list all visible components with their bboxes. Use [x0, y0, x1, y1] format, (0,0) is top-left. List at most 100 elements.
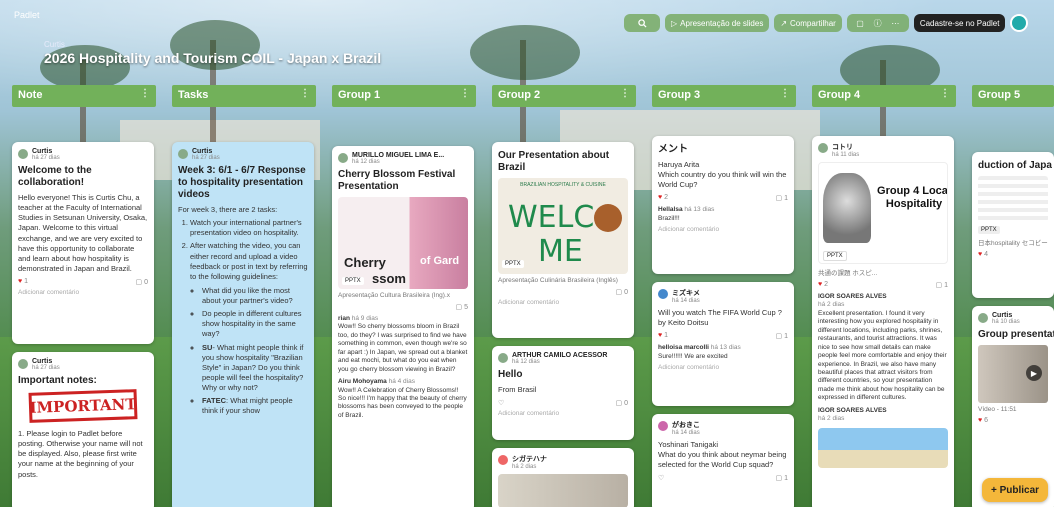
comment-count[interactable]: ▢ 1 [776, 194, 788, 202]
timestamp: há 27 dias [32, 365, 60, 371]
like-icon[interactable]: ♡ [498, 399, 504, 407]
post-footer: ♥ 2 ▢ 1 [658, 194, 788, 202]
presentation-thumbnail[interactable]: BRAZILIAN HOSPITALITY & CUISINE WELC ME … [498, 178, 628, 274]
like-icon[interactable]: ♡ [658, 474, 664, 482]
column-header-group-1[interactable]: Group 1 ⋮ [332, 85, 476, 107]
add-comment-input[interactable]: Adicionar comentário [658, 226, 788, 233]
post-card[interactable]: ミズキメ há 14 dias Will you watch The FIFA W… [652, 282, 794, 406]
post-card[interactable]: duction of Japa PPTX 日本hospitality セコビー … [972, 152, 1054, 298]
more-icon[interactable]: ⋮ [940, 88, 950, 99]
column-title: Tasks [178, 89, 209, 101]
user-avatar[interactable] [1010, 14, 1029, 32]
post-card[interactable]: シガテハナ há 2 dias [492, 448, 634, 507]
column-header-group-4[interactable]: Group 4 ⋮ [812, 85, 956, 107]
like-button[interactable]: ♥ 4 [978, 251, 988, 258]
post-card[interactable]: Curtis há 27 dias Important notes: IMPORT… [12, 352, 154, 507]
more-icon[interactable]: ⋮ [780, 88, 790, 99]
post-footer: ♥ 1 ▢ 0 [18, 278, 148, 286]
add-comment-input[interactable]: Adicionar comentário [18, 289, 148, 296]
author-name: がおきこ [672, 422, 700, 429]
like-button[interactable]: ♥ 2 [818, 281, 828, 289]
post-card[interactable]: Curtis há 10 dias Group presentat ▶ Vídeo… [972, 306, 1054, 507]
post-card[interactable]: がおきこ há 14 dias Yoshinari Tanigaki What d… [652, 414, 794, 507]
post-card[interactable]: コトリ há 11 dias Group 4 Local Hospitality … [812, 136, 954, 507]
attachment-caption[interactable]: 共通の課題 ホスピ... [818, 267, 948, 277]
info-icon[interactable]: ⓘ [874, 18, 882, 29]
comment: rian há 9 dias Wow!! So cherry blossoms b… [338, 315, 468, 374]
add-comment-input[interactable]: Adicionar comentário [498, 410, 628, 417]
comment-count[interactable]: ▢ 0 [616, 288, 628, 296]
avatar [498, 455, 508, 465]
post-card[interactable]: ARTHUR CAMILO ACESSOR há 12 dias Hello Fr… [492, 346, 634, 440]
share-button[interactable]: ↗ Compartilhar [774, 14, 842, 32]
post-card[interactable]: MURILLO MIGUEL LIMA E... há 12 dias Cherr… [332, 146, 474, 507]
post-meta: Curtis há 27 dias [178, 148, 308, 161]
like-button[interactable]: ♥ 2 [658, 194, 668, 202]
file-type-badge: PPTX [502, 260, 524, 268]
column-header-tasks[interactable]: Tasks ⋮ [172, 85, 316, 107]
slideshow-button[interactable]: ▷ Apresentação de slides [665, 14, 770, 32]
column-header-group-2[interactable]: Group 2 ⋮ [492, 85, 636, 107]
like-button[interactable]: ♥ 6 [978, 417, 988, 424]
like-count: 2 [664, 194, 669, 202]
app-logo[interactable]: Padlet [14, 10, 40, 20]
post-meta: Curtis há 27 dias [18, 358, 148, 371]
comment-count[interactable]: ▢ 5 [456, 303, 468, 311]
guideline-label: SU [202, 342, 213, 352]
video-thumbnail[interactable]: ▶ [978, 345, 1048, 403]
presentation-thumbnail[interactable] [978, 176, 1048, 222]
guideline-item: FATEC: What might people think if your s… [202, 396, 308, 416]
column-header-group-3[interactable]: Group 3 ⋮ [652, 85, 796, 107]
thumbnail-text: WELC [508, 200, 595, 235]
like-button[interactable]: ♥ 1 [658, 332, 668, 340]
post-card[interactable]: メント Haruya Arita Which country do you th… [652, 136, 794, 274]
heart-icon: ♥ [658, 194, 663, 202]
post-card[interactable]: Curtis há 27 dias Welcome to the collabor… [12, 142, 154, 344]
presentation-thumbnail[interactable]: Group 4 Local Hospitality PPTX [818, 162, 948, 264]
like-button[interactable]: ♥ 1 [18, 278, 28, 286]
comment-count[interactable]: ▢ 1 [776, 474, 788, 482]
extra-actions[interactable]: ▢ ⓘ ⋯ [846, 14, 909, 32]
layout-icon[interactable]: ▢ [856, 19, 864, 28]
column-header-note[interactable]: Note ⋮ [12, 85, 156, 107]
tree-image [823, 173, 871, 243]
attachment-caption[interactable]: Vídeo - 11:51 [978, 406, 1048, 413]
author-name: ARTHUR CAMILO ACESSOR [512, 352, 608, 359]
avatar [498, 353, 508, 363]
thumbnail-text: of Gard [420, 255, 460, 267]
thumbnail-text: ME [538, 234, 583, 269]
comment-count[interactable]: ▢ 0 [136, 278, 148, 286]
column-header-group-5[interactable]: Group 5 [972, 85, 1054, 107]
more-icon[interactable]: ⋮ [460, 88, 470, 99]
author-name: シガテハナ [512, 456, 547, 463]
attachment-caption[interactable]: Apresentação Cultura Brasileira (Ing).x [338, 292, 468, 299]
post-footer: ♥ 2 ▢ 1 [818, 281, 948, 289]
search-button[interactable] [624, 14, 660, 32]
more-icon[interactable]: ⋮ [140, 88, 150, 99]
play-icon[interactable]: ▶ [1026, 365, 1042, 381]
share-icon: ↗ [780, 18, 788, 28]
comment: helloisa marcolli há 13 dias Sure!!!!!! W… [658, 344, 788, 361]
photo-attachment[interactable] [818, 427, 948, 468]
comment-count[interactable]: ▢ 1 [776, 332, 788, 340]
post-card[interactable]: Curtis há 27 dias Week 3: 6/1 - 6/7 Respo… [172, 142, 314, 507]
more-icon[interactable]: ⋮ [300, 88, 310, 99]
publish-button[interactable]: + Publicar [982, 478, 1048, 502]
presentation-thumbnail[interactable]: Cherry ssom of Gard PPTX [338, 197, 468, 289]
attachment-caption[interactable]: Apresentação Culinária Brasileira (Inglê… [498, 277, 628, 284]
comment-time: há 13 dias [710, 344, 741, 352]
more-icon[interactable]: ⋮ [620, 88, 630, 99]
photo-attachment[interactable] [498, 474, 628, 507]
add-comment-input[interactable]: Adicionar comentário [658, 364, 788, 371]
signup-button[interactable]: Cadastre-se no Padlet [913, 14, 1006, 32]
attachment-caption[interactable]: 日本hospitality セコビー [978, 237, 1048, 247]
post-meta: ARTHUR CAMILO ACESSOR há 12 dias [498, 352, 628, 365]
comment-count[interactable]: ▢ 0 [616, 399, 628, 407]
comment: Hellalsa há 13 dias Brazil!!! [658, 206, 788, 223]
comment-count-value: 0 [624, 400, 628, 408]
post-card[interactable]: Our Presentation about Brazil BRAZILIAN … [492, 142, 634, 338]
comment-count[interactable]: ▢ 1 [936, 281, 948, 289]
add-comment-input[interactable]: Adicionar comentário [498, 299, 628, 306]
more-icon[interactable]: ⋯ [891, 19, 899, 28]
author-name: Curtis [32, 358, 53, 365]
